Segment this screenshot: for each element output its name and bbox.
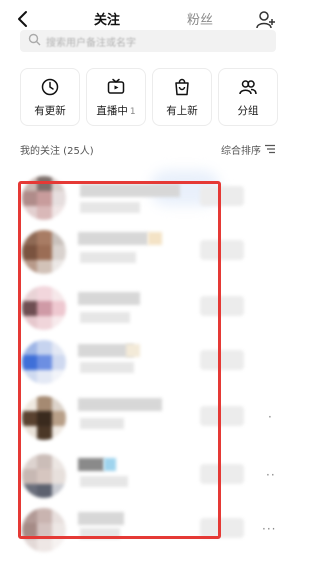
follow-status-button[interactable] [200,186,244,206]
sort-icon[interactable] [264,144,276,154]
quick-live-button[interactable]: 直播中 1 [86,68,146,126]
more-options-icon[interactable]: ··· [262,522,276,536]
add-user-icon[interactable] [256,10,276,30]
back-arrow-icon[interactable] [14,10,32,28]
blurred-username [78,512,124,525]
tv-icon [107,78,125,94]
blurred-username [78,232,148,245]
shopping-bag-icon [175,78,189,96]
blurred-username [80,184,180,197]
blurred-badge [126,344,140,357]
blurred-subtitle [80,362,134,373]
avatar [22,454,66,498]
avatar [22,340,66,384]
following-row[interactable] [0,336,282,394]
quick-live-text: 直播中 [96,105,128,117]
follow-status-button[interactable] [200,240,244,260]
quick-new-arrivals-button[interactable]: 有上新 [152,68,212,126]
quick-updates-button[interactable]: 有更新 [20,68,80,126]
more-options-icon[interactable]: ·· [266,468,276,482]
quick-new-arrivals-label: 有上新 [166,105,198,117]
follow-status-button[interactable] [200,406,244,426]
clock-icon [41,78,59,96]
following-row[interactable]: ··· [0,504,282,562]
avatar [22,508,66,552]
following-row[interactable] [0,282,282,340]
quick-groups-button[interactable]: 分组 [218,68,278,126]
following-count-title: 我的关注 (25人) [20,146,94,157]
following-row[interactable]: ·· [0,450,282,508]
avatar [22,230,66,274]
quick-live-label: 直播中 1 [87,103,145,118]
following-row[interactable] [0,172,282,230]
quick-groups-label: 分组 [237,105,259,117]
blurred-badge [104,458,116,471]
blurred-username [78,292,140,305]
more-options-icon[interactable]: · [268,410,273,424]
avatar [22,396,66,440]
follow-status-button[interactable] [200,350,244,370]
follow-status-button[interactable] [200,518,244,538]
search-input[interactable]: 搜索用户备注或名字 [20,30,276,52]
blurred-subtitle [80,418,124,429]
tab-fans[interactable]: 粉丝 [187,13,213,29]
blurred-subtitle [80,476,128,487]
tab-following[interactable]: 关注 [94,13,120,29]
blurred-subtitle [80,202,140,213]
sort-button[interactable]: 综合排序 [221,142,261,157]
avatar [22,176,66,220]
following-row[interactable]: · [0,392,282,450]
follow-status-button[interactable] [200,296,244,316]
blurred-subtitle [80,312,130,323]
following-row[interactable] [0,226,282,284]
search-placeholder: 搜索用户备注或名字 [46,38,136,49]
quick-updates-label: 有更新 [34,105,66,117]
blurred-badge [148,232,162,245]
follow-status-button[interactable] [200,464,244,484]
blurred-username [78,458,104,471]
group-icon [239,80,257,95]
avatar [22,286,66,330]
blurred-subtitle [80,252,136,263]
blurred-subtitle [80,528,120,539]
blurred-username [78,398,162,411]
search-icon [28,33,41,46]
live-count: 1 [129,107,136,117]
